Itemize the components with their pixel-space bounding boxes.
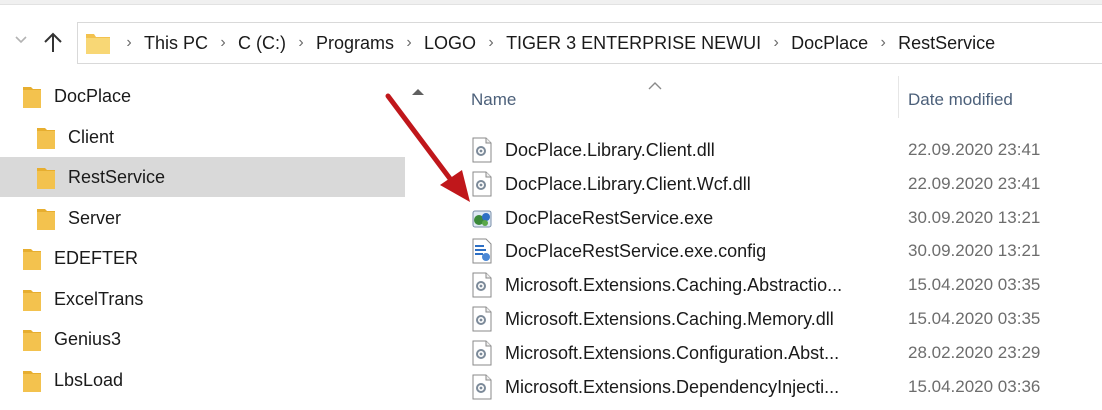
nav-tree-item[interactable]: ExcelTrans <box>0 279 405 319</box>
scroll-up-arrow-icon[interactable] <box>408 84 428 100</box>
column-header-date-modified[interactable]: Date modified <box>899 76 1102 118</box>
window-top-edge <box>0 0 1102 5</box>
column-header-name-label: Name <box>471 90 517 109</box>
file-name: DocPlaceRestService.exe <box>505 207 714 228</box>
recent-locations-chevron-icon[interactable] <box>13 32 29 48</box>
breadcrumb-separator-icon[interactable]: › <box>116 34 142 52</box>
file-row[interactable]: Microsoft.Extensions.DependencyInjecti..… <box>438 370 1102 404</box>
file-name: Microsoft.Extensions.Caching.Memory.dll <box>505 309 834 329</box>
column-header-date-label: Date modified <box>908 90 1013 109</box>
file-name: Microsoft.Extensions.DependencyInjecti..… <box>505 376 840 397</box>
folder-icon <box>23 249 41 270</box>
address-bar[interactable]: › This PC › C (C:) › Programs › LOGO › TIGER 3 EN… <box>77 22 1102 64</box>
file-list: Name Date modified DocPlace.Library.Clie… <box>438 76 1102 410</box>
file-name: DocPlaceRestService.exe.config <box>505 241 767 262</box>
file-date-modified: 15.04.2020 03:35 <box>908 275 1041 295</box>
folder-icon <box>23 330 41 351</box>
file-row[interactable]: DocPlaceRestService.exe.config 30.09.2020… <box>438 234 1102 268</box>
breadcrumb: › This PC › C (C:) › Programs › LOGO › TIGER 3 EN… <box>116 23 997 63</box>
file-name: Microsoft.Extensions.Configuration.Abst.… <box>505 342 840 363</box>
breadcrumb-separator-icon[interactable]: › <box>288 34 314 52</box>
folder-icon <box>23 370 41 392</box>
dll-icon <box>472 340 492 366</box>
nav-tree-item[interactable]: Genius3 <box>0 319 405 359</box>
folder-icon <box>37 127 55 149</box>
breadcrumb-item[interactable]: C (C:) <box>236 33 288 54</box>
config-icon <box>472 238 492 264</box>
file-row[interactable]: Microsoft.Extensions.Caching.Abstractio.… <box>438 268 1102 302</box>
file-row[interactable]: Microsoft.Extensions.Caching.Memory.dll 1… <box>438 302 1102 336</box>
file-name: DocPlace.Library.Client.Wcf.dll <box>505 173 751 194</box>
nav-tree-item-label: DocPlace <box>54 86 132 106</box>
folder-icon <box>23 87 41 108</box>
breadcrumb-separator-icon[interactable]: › <box>763 34 789 52</box>
file-date-modified: 28.02.2020 23:29 <box>908 342 1041 362</box>
nav-tree-item[interactable]: LbsLoad <box>0 360 405 400</box>
file-date-modified: 22.09.2020 23:41 <box>908 140 1041 159</box>
folder-icon <box>23 289 41 311</box>
file-date-modified: 30.09.2020 13:21 <box>908 207 1041 227</box>
column-header-name[interactable]: Name <box>438 76 899 118</box>
breadcrumb-separator-icon[interactable]: › <box>870 34 896 52</box>
dll-icon <box>472 137 492 163</box>
breadcrumb-item[interactable]: TIGER 3 ENTERPRISE NEWUI <box>504 33 763 54</box>
dll-icon <box>472 272 492 298</box>
nav-tree-item-label: EDEFTER <box>54 248 139 268</box>
file-name: Microsoft.Extensions.Caching.Abstractio.… <box>505 275 843 296</box>
folder-icon <box>86 34 110 54</box>
file-date-modified: 30.09.2020 13:21 <box>908 241 1041 261</box>
nav-tree-item[interactable]: DocPlace <box>0 76 405 116</box>
navigation-bar: › This PC › C (C:) › Programs › LOGO › TIGER 3 EN… <box>0 16 1102 66</box>
nav-tree-item[interactable]: Server <box>0 198 405 238</box>
breadcrumb-item[interactable]: DocPlace <box>789 33 870 54</box>
breadcrumb-separator-icon[interactable]: › <box>396 34 422 52</box>
exe-icon <box>472 210 492 228</box>
nav-tree-item[interactable]: Client <box>0 117 405 157</box>
nav-tree-item-label: LbsLoad <box>54 369 124 390</box>
folder-icon <box>37 208 55 230</box>
file-date-modified: 15.04.2020 03:36 <box>908 376 1041 396</box>
file-date-modified: 15.04.2020 03:35 <box>908 309 1041 328</box>
dll-icon <box>472 374 492 400</box>
navigation-pane: DocPlace Client RestService Server EDEFTER Ex… <box>0 76 405 410</box>
breadcrumb-item[interactable]: LOGO <box>422 33 478 54</box>
nav-tree-item-label: RestService <box>68 167 166 187</box>
file-row[interactable]: DocPlace.Library.Client.Wcf.dll 22.09.202… <box>438 167 1102 201</box>
breadcrumb-item[interactable]: This PC <box>142 33 210 54</box>
file-row[interactable]: DocPlace.Library.Client.dll 22.09.2020 23… <box>438 133 1102 167</box>
up-arrow-icon[interactable] <box>40 29 66 55</box>
breadcrumb-item[interactable]: Programs <box>314 33 396 54</box>
breadcrumb-separator-icon[interactable]: › <box>210 34 236 52</box>
nav-tree-item[interactable]: RestService <box>0 157 405 197</box>
folder-icon <box>37 168 55 189</box>
file-row[interactable]: Microsoft.Extensions.Configuration.Abst.… <box>438 336 1102 370</box>
dll-icon <box>472 306 492 332</box>
file-name: DocPlace.Library.Client.dll <box>505 140 715 160</box>
breadcrumb-separator-icon[interactable]: › <box>478 34 504 52</box>
nav-tree-item[interactable]: EDEFTER <box>0 238 405 278</box>
nav-tree-item-label: Server <box>68 207 122 228</box>
nav-tree-item-label: ExcelTrans <box>54 288 144 309</box>
breadcrumb-item[interactable]: RestService <box>896 33 997 54</box>
file-row[interactable]: DocPlaceRestService.exe 30.09.2020 13:21 <box>438 201 1102 235</box>
dll-icon <box>472 171 492 197</box>
file-date-modified: 22.09.2020 23:41 <box>908 173 1041 193</box>
nav-tree-item-label: Genius3 <box>54 329 122 349</box>
nav-tree-item-label: Client <box>68 126 115 147</box>
